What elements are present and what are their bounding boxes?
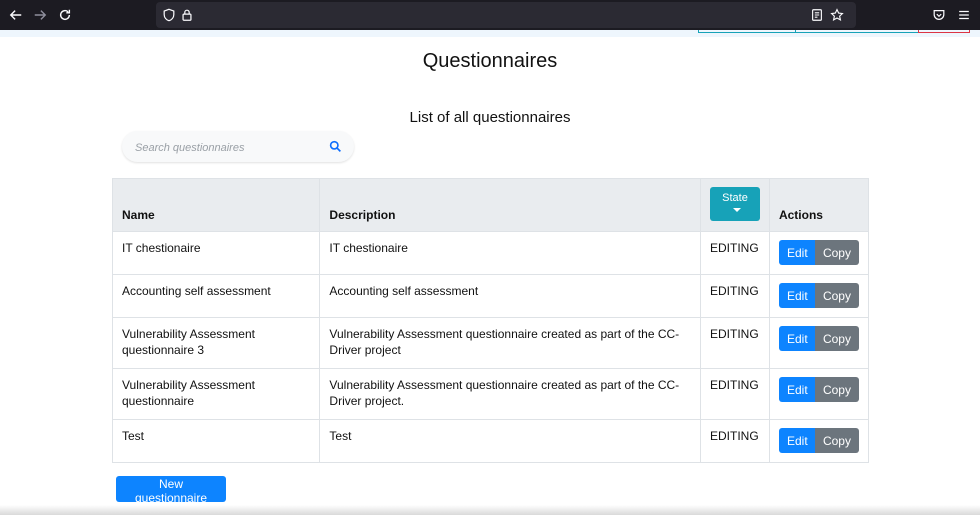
caret-down-icon — [732, 208, 741, 213]
search-input[interactable] — [133, 137, 317, 159]
questionnaires-table: Name Description State Actions IT chesti… — [111, 178, 870, 463]
page-title: Questionnaires — [422, 50, 558, 72]
list-title: List of all questionnaires — [409, 109, 571, 126]
cell-state: EDITING — [699, 231, 770, 275]
hamburger-menu-icon[interactable] — [955, 6, 973, 24]
copy-button[interactable]: Copy — [814, 326, 859, 351]
window-bottom-edge — [0, 505, 980, 515]
shield-icon[interactable] — [160, 6, 178, 24]
edit-button[interactable]: Edit — [778, 428, 815, 453]
cell-name: IT chestionaire — [111, 231, 321, 275]
table-row: Vulnerability Assessment questionnaire 3… — [111, 317, 870, 369]
table-row: Accounting self assessment Accounting se… — [111, 274, 870, 318]
edit-button[interactable]: Edit — [778, 377, 815, 402]
cell-actions: Edit Copy — [768, 368, 870, 420]
cell-name: Accounting self assessment — [111, 274, 321, 318]
arrow-right-icon[interactable] — [31, 6, 49, 24]
pocket-icon[interactable] — [930, 6, 948, 24]
url-bar[interactable] — [156, 2, 856, 28]
edit-button[interactable]: Edit — [778, 326, 815, 351]
cell-actions: Edit Copy — [768, 317, 870, 369]
new-questionnaire-button[interactable]: New questionnaire — [116, 476, 226, 505]
cell-name: Vulnerability Assessment questionnaire 3 — [111, 317, 321, 369]
nav-button-partial[interactable] — [698, 30, 796, 33]
copy-button[interactable]: Copy — [814, 283, 859, 308]
table-row: IT chestionaire IT chestionaire EDITING … — [111, 231, 870, 275]
header-description: Description — [319, 178, 701, 232]
cell-description: IT chestionaire — [319, 231, 701, 275]
table-row: Test Test EDITING Edit Copy — [111, 419, 870, 463]
star-icon[interactable] — [828, 6, 846, 24]
search-icon[interactable] — [329, 140, 343, 154]
header-name: Name — [111, 178, 321, 232]
lock-icon[interactable] — [178, 6, 196, 24]
table-header-row: Name Description State Actions — [111, 178, 870, 232]
state-filter-dropdown[interactable]: State — [709, 187, 760, 221]
search-box — [122, 131, 354, 162]
cell-name: Vulnerability Assessment questionnaire — [111, 368, 321, 420]
edit-button[interactable]: Edit — [778, 240, 815, 265]
reload-icon[interactable] — [56, 6, 74, 24]
header-state: State — [699, 178, 770, 232]
copy-button[interactable]: Copy — [814, 240, 859, 265]
cell-description: Vulnerability Assessment questionnaire c… — [319, 317, 701, 369]
cell-name: Test — [111, 419, 321, 463]
cell-description: Test — [319, 419, 701, 463]
copy-button[interactable]: Copy — [814, 377, 859, 402]
browser-toolbar — [0, 0, 980, 30]
cell-state: EDITING — [699, 274, 770, 318]
cell-description: Accounting self assessment — [319, 274, 701, 318]
state-filter-label: State — [722, 192, 748, 204]
header-actions: Actions — [768, 178, 870, 232]
cell-description: Vulnerability Assessment questionnaire c… — [319, 368, 701, 420]
nav-button-partial[interactable] — [918, 30, 970, 33]
arrow-left-icon[interactable] — [7, 6, 25, 24]
copy-button[interactable]: Copy — [814, 428, 859, 453]
cell-actions: Edit Copy — [768, 419, 870, 463]
cell-state: EDITING — [699, 317, 770, 369]
cell-actions: Edit Copy — [768, 274, 870, 318]
table-row: Vulnerability Assessment questionnaire V… — [111, 368, 870, 420]
reader-view-icon[interactable] — [808, 6, 826, 24]
cell-actions: Edit Copy — [768, 231, 870, 275]
nav-button-partial[interactable] — [795, 30, 919, 33]
cell-state: EDITING — [699, 419, 770, 463]
edit-button[interactable]: Edit — [778, 283, 815, 308]
cell-state: EDITING — [699, 368, 770, 420]
